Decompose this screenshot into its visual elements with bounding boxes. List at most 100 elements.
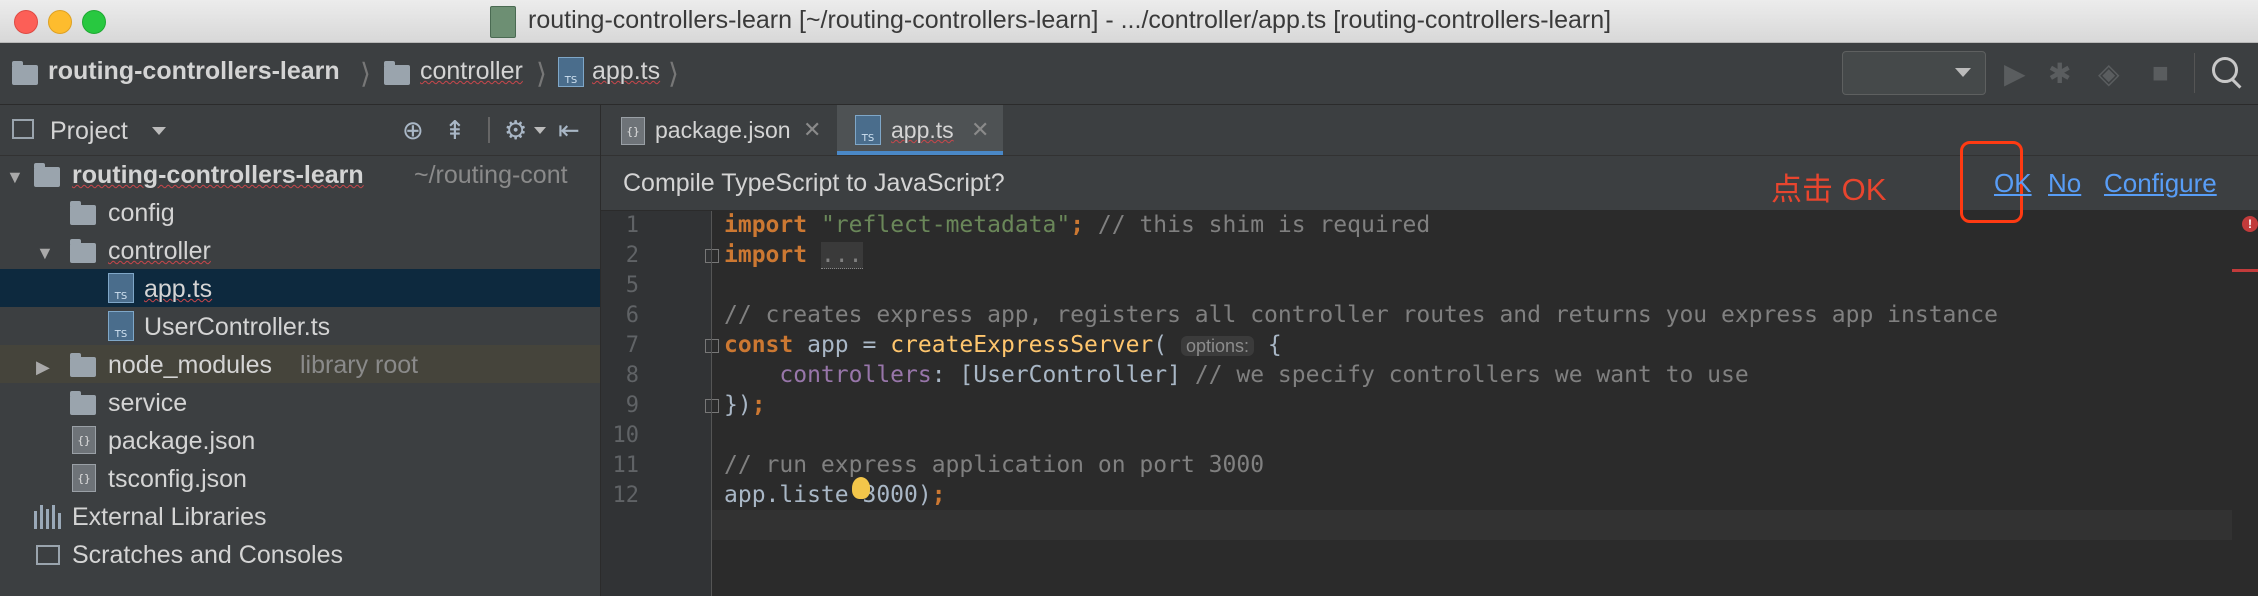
tree-row-controller[interactable]: ▼ controller — [0, 231, 600, 269]
zoom-window-button[interactable] — [82, 10, 106, 34]
chevron-down-icon[interactable] — [534, 127, 546, 134]
scratches-icon — [36, 545, 60, 565]
close-icon[interactable]: ✕ — [803, 117, 821, 143]
code-line-8[interactable]: }); — [724, 392, 766, 418]
tree-row-user-controller[interactable]: TS UserController.ts — [0, 307, 600, 345]
lightbulb-icon[interactable] — [852, 477, 870, 499]
tree-row-config[interactable]: config — [0, 193, 600, 231]
line-number: 2 — [625, 243, 639, 268]
project-file-icon — [490, 6, 516, 38]
code-line-7[interactable]: controllers: [UserController] // we spec… — [724, 362, 1748, 388]
chevron-down-icon[interactable] — [152, 127, 166, 135]
line-number: 10 — [612, 423, 640, 448]
tree-item-label: config — [108, 199, 175, 227]
collapsed-arrow-icon[interactable]: ▶ — [36, 357, 50, 378]
tree-item-label: node_modules — [108, 351, 273, 379]
header-divider — [488, 117, 490, 143]
tab-app-ts[interactable]: TS app.ts ✕ — [837, 105, 1003, 155]
no-button[interactable]: No — [2048, 168, 2081, 199]
tree-item-label: service — [108, 389, 188, 417]
compile-notification-banner: Compile TypeScript to JavaScript? 点击 OK … — [601, 141, 2258, 223]
line-number: 11 — [612, 453, 640, 478]
tree-row-external-libraries[interactable]: External Libraries — [0, 497, 600, 535]
locate-file-icon[interactable]: ⊕ — [402, 115, 424, 146]
expand-arrow-icon[interactable]: ▼ — [6, 167, 24, 188]
breadcrumb-separator: ⟩ — [668, 58, 679, 89]
minimize-window-button[interactable] — [48, 10, 72, 34]
code-line-10[interactable]: // run express application on port 3000 — [724, 452, 1264, 478]
breadcrumb-file[interactable]: app.ts — [592, 57, 660, 86]
close-window-button[interactable] — [14, 10, 38, 34]
tree-row-scratches[interactable]: Scratches and Consoles — [0, 535, 600, 573]
tree-item-label: package.json — [108, 427, 256, 455]
hide-panel-icon[interactable]: ⇤ — [558, 115, 580, 146]
line-number: 7 — [625, 333, 639, 358]
breadcrumb-separator: ⟩ — [360, 58, 371, 89]
code-line-6[interactable]: const app = createExpressServer( options… — [724, 332, 1282, 358]
breadcrumb-project[interactable]: routing-controllers-learn — [48, 57, 340, 86]
folder-icon — [70, 391, 96, 415]
coverage-icon[interactable]: ◈ — [2098, 57, 2120, 90]
code-line-5[interactable]: // creates express app, registers all co… — [724, 302, 1998, 328]
tree-item-label: app.ts — [144, 275, 213, 303]
tab-label: app.ts — [891, 117, 954, 143]
run-configuration-select[interactable] — [1842, 51, 1986, 95]
tree-item-label: tsconfig.json — [108, 465, 247, 493]
error-stripe-marker[interactable] — [2232, 269, 2258, 272]
tree-item-label: Scratches and Consoles — [72, 541, 343, 569]
tree-item-label: UserController.ts — [144, 313, 331, 341]
folder-icon — [70, 201, 96, 225]
ok-button[interactable]: OK — [1994, 168, 2032, 199]
debug-icon[interactable]: ✱ — [2048, 57, 2071, 90]
project-view-title[interactable]: Project — [50, 117, 128, 146]
tree-row-service[interactable]: service — [0, 383, 600, 421]
breadcrumb-separator: ⟩ — [536, 58, 547, 89]
breadcrumb-folder[interactable]: controller — [420, 57, 523, 86]
gear-icon[interactable]: ⚙ — [504, 115, 527, 146]
folder-icon — [12, 61, 38, 85]
line-number: 8 — [625, 363, 639, 388]
line-number: 1 — [625, 213, 639, 238]
folded-imports: ... — [820, 242, 863, 269]
close-icon[interactable]: ✕ — [971, 117, 989, 143]
project-tool-window: Project ⊕ ⇞ ⚙ ⇤ ▼ routing-controllers-le… — [0, 105, 601, 596]
tab-package-json[interactable]: {} package.json ✕ — [601, 105, 829, 155]
typescript-file-icon: TS — [108, 311, 134, 341]
banner-message: Compile TypeScript to JavaScript? — [623, 169, 1005, 197]
json-file-icon: {} — [72, 426, 96, 454]
line-number: 6 — [625, 303, 639, 328]
tree-root-path: ~/routing-cont — [414, 161, 568, 189]
tree-row-app-ts[interactable]: TS app.ts — [0, 269, 600, 307]
configure-button[interactable]: Configure — [2104, 168, 2217, 199]
typescript-file-icon: TS — [108, 273, 134, 303]
click-ok-annotation: 点击 OK — [1771, 172, 1887, 207]
tree-row-node-modules[interactable]: ▶ node_modules library root — [0, 345, 600, 383]
tree-item-label: External Libraries — [72, 503, 267, 531]
navigation-bar: routing-controllers-learn ⟩ controller ⟩… — [0, 43, 2258, 105]
json-file-icon: {} — [72, 464, 96, 492]
error-indicator-icon[interactable]: ! — [2242, 216, 2258, 232]
collapse-all-icon[interactable]: ⇞ — [444, 115, 466, 146]
code-line-11[interactable]: app.liste 3000); — [724, 482, 946, 508]
run-icon[interactable]: ▶ — [2004, 57, 2026, 90]
code-line-1[interactable]: import "reflect-metadata"; // this shim … — [724, 212, 1430, 238]
line-number-gutter: 1 2 5 6 7 8 9 10 11 12 — [601, 211, 719, 596]
project-panel-header: Project ⊕ ⇞ ⚙ ⇤ — [0, 105, 600, 156]
search-icon[interactable] — [2212, 57, 2238, 83]
code-line-2[interactable]: import ... — [724, 242, 863, 269]
expand-arrow-icon[interactable]: ▼ — [36, 243, 54, 264]
fold-icon[interactable] — [705, 339, 719, 353]
folder-icon — [70, 353, 96, 377]
tree-row-package-json[interactable]: {} package.json — [0, 421, 600, 459]
library-root-suffix: library root — [300, 351, 419, 379]
project-view-icon — [12, 119, 34, 139]
tree-root-label: routing-controllers-learn — [72, 161, 364, 189]
fold-icon[interactable] — [705, 249, 719, 263]
tab-label: package.json — [655, 117, 791, 143]
fold-icon[interactable] — [705, 399, 719, 413]
chevron-down-icon — [1955, 68, 1971, 77]
tree-row-tsconfig-json[interactable]: {} tsconfig.json — [0, 459, 600, 497]
typescript-file-icon: TS — [855, 115, 881, 145]
tree-row-root[interactable]: ▼ routing-controllers-learn ~/routing-co… — [0, 155, 600, 193]
stop-icon[interactable]: ■ — [2152, 57, 2169, 89]
